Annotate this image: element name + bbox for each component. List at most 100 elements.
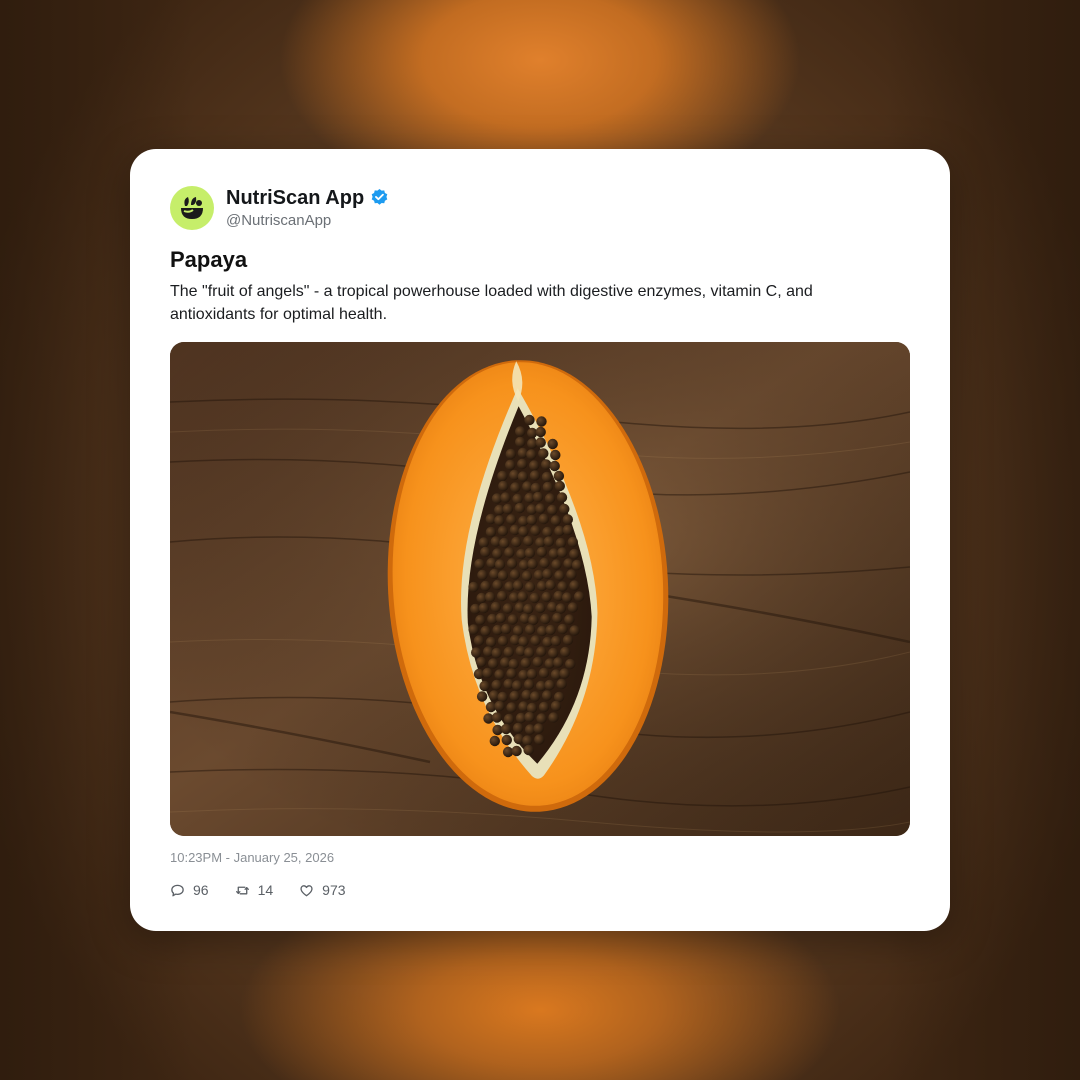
papaya-seed bbox=[468, 624, 479, 635]
papaya-seed bbox=[536, 416, 547, 427]
papaya-seed bbox=[552, 612, 563, 624]
papaya-seed bbox=[505, 459, 516, 471]
papaya-seed bbox=[514, 502, 525, 514]
papaya-seed bbox=[547, 438, 558, 450]
avatar[interactable] bbox=[170, 186, 214, 230]
papaya-seed bbox=[529, 460, 540, 471]
papaya-seed bbox=[497, 470, 508, 482]
papaya-seed bbox=[497, 525, 509, 537]
papaya-seed bbox=[494, 669, 505, 680]
reply-button[interactable]: 96 bbox=[170, 882, 209, 898]
display-name[interactable]: NutriScan App bbox=[226, 186, 364, 210]
papaya-seed bbox=[544, 493, 556, 504]
papaya-seed bbox=[526, 702, 538, 714]
papaya-seed bbox=[529, 470, 541, 481]
papaya-seed bbox=[545, 579, 556, 591]
post-actions: 96 14 973 bbox=[170, 879, 372, 901]
post-timestamp: 10:23PM - January 25, 2026 bbox=[170, 850, 335, 865]
account-handle[interactable]: @NutriscanApp bbox=[226, 211, 389, 231]
papaya-seed bbox=[555, 537, 566, 549]
papaya-seed bbox=[488, 658, 499, 669]
papaya-seed bbox=[479, 680, 490, 692]
papaya-seed bbox=[549, 460, 560, 472]
papaya-seed bbox=[542, 568, 553, 580]
papaya-seed bbox=[542, 481, 553, 493]
papaya-seed bbox=[494, 515, 505, 526]
papaya-seed bbox=[526, 514, 537, 526]
comment-icon bbox=[171, 884, 184, 896]
papaya-seed bbox=[504, 547, 515, 558]
papaya-seed bbox=[554, 570, 565, 581]
papaya-seed bbox=[538, 448, 549, 459]
papaya-seed bbox=[502, 603, 513, 614]
papaya-seed bbox=[553, 657, 564, 668]
papaya-seed bbox=[485, 526, 497, 538]
papaya-seed bbox=[476, 656, 487, 668]
papaya-seed bbox=[557, 547, 568, 558]
papaya-seed bbox=[526, 668, 538, 680]
papaya-seed bbox=[518, 526, 529, 537]
papaya-seed bbox=[489, 735, 500, 747]
papaya-seed bbox=[523, 744, 534, 756]
papaya-seed bbox=[509, 690, 520, 702]
papaya-seed bbox=[530, 482, 541, 494]
papaya-seed bbox=[506, 668, 517, 679]
papaya-seed bbox=[506, 514, 517, 525]
papaya-seed bbox=[477, 569, 488, 581]
post-header: NutriScan App @NutriscanApp bbox=[170, 185, 389, 231]
papaya-seed bbox=[548, 712, 559, 723]
papaya-seed bbox=[497, 635, 509, 647]
papaya-seed bbox=[522, 735, 533, 746]
post-card[interactable]: NutriScan App @NutriscanApp Papaya The "… bbox=[130, 149, 950, 931]
papaya-seed bbox=[551, 559, 562, 570]
papaya-seed bbox=[482, 667, 493, 679]
papaya-seed bbox=[506, 702, 517, 713]
verified-badge-icon bbox=[371, 188, 388, 205]
post-image[interactable] bbox=[170, 342, 910, 836]
papaya-seed bbox=[491, 679, 502, 691]
papaya-seed bbox=[536, 646, 547, 657]
papaya-seed bbox=[495, 612, 506, 624]
papaya-seed bbox=[515, 426, 526, 437]
papaya-seed bbox=[503, 713, 515, 725]
papaya-seed bbox=[553, 691, 565, 703]
retweet-button[interactable]: 14 bbox=[235, 882, 273, 898]
papaya-seed bbox=[556, 492, 568, 503]
papaya-seed bbox=[538, 513, 549, 525]
papaya-seed bbox=[530, 525, 541, 536]
account-names: NutriScan App @NutriscanApp bbox=[226, 186, 389, 231]
post-title: Papaya bbox=[170, 247, 248, 272]
papaya-seed bbox=[517, 471, 529, 482]
papaya-seed bbox=[524, 624, 536, 635]
papaya-seed bbox=[524, 581, 536, 593]
papaya-seed bbox=[502, 503, 513, 515]
papaya-seed bbox=[500, 492, 511, 503]
papaya-seed bbox=[506, 558, 518, 569]
papaya-seed bbox=[510, 482, 521, 493]
papaya-seed bbox=[532, 656, 543, 668]
papaya-seed bbox=[545, 624, 556, 636]
papaya-seed bbox=[511, 680, 523, 691]
papaya-seed bbox=[491, 712, 503, 723]
papaya-seed bbox=[540, 613, 551, 625]
papaya-seed bbox=[521, 570, 533, 582]
like-button[interactable]: 973 bbox=[299, 882, 346, 898]
papaya-seed bbox=[523, 603, 534, 615]
papaya-seed bbox=[512, 722, 524, 734]
papaya-seed bbox=[538, 701, 550, 713]
papaya-seed bbox=[571, 559, 583, 571]
papaya-seed bbox=[535, 426, 546, 438]
papaya-seed bbox=[518, 636, 529, 647]
papaya-seed bbox=[569, 548, 580, 560]
papaya-seed bbox=[562, 634, 574, 646]
like-count: 973 bbox=[322, 882, 346, 898]
papaya-seed bbox=[499, 537, 510, 549]
papaya-seed bbox=[535, 602, 546, 614]
papaya-seed bbox=[497, 570, 509, 581]
papaya-seed bbox=[471, 647, 482, 658]
papaya-seed bbox=[492, 548, 503, 559]
papaya-seed bbox=[535, 437, 546, 448]
papaya-seed bbox=[468, 581, 479, 593]
papaya-seed bbox=[478, 602, 489, 614]
papaya-seed bbox=[494, 559, 506, 570]
